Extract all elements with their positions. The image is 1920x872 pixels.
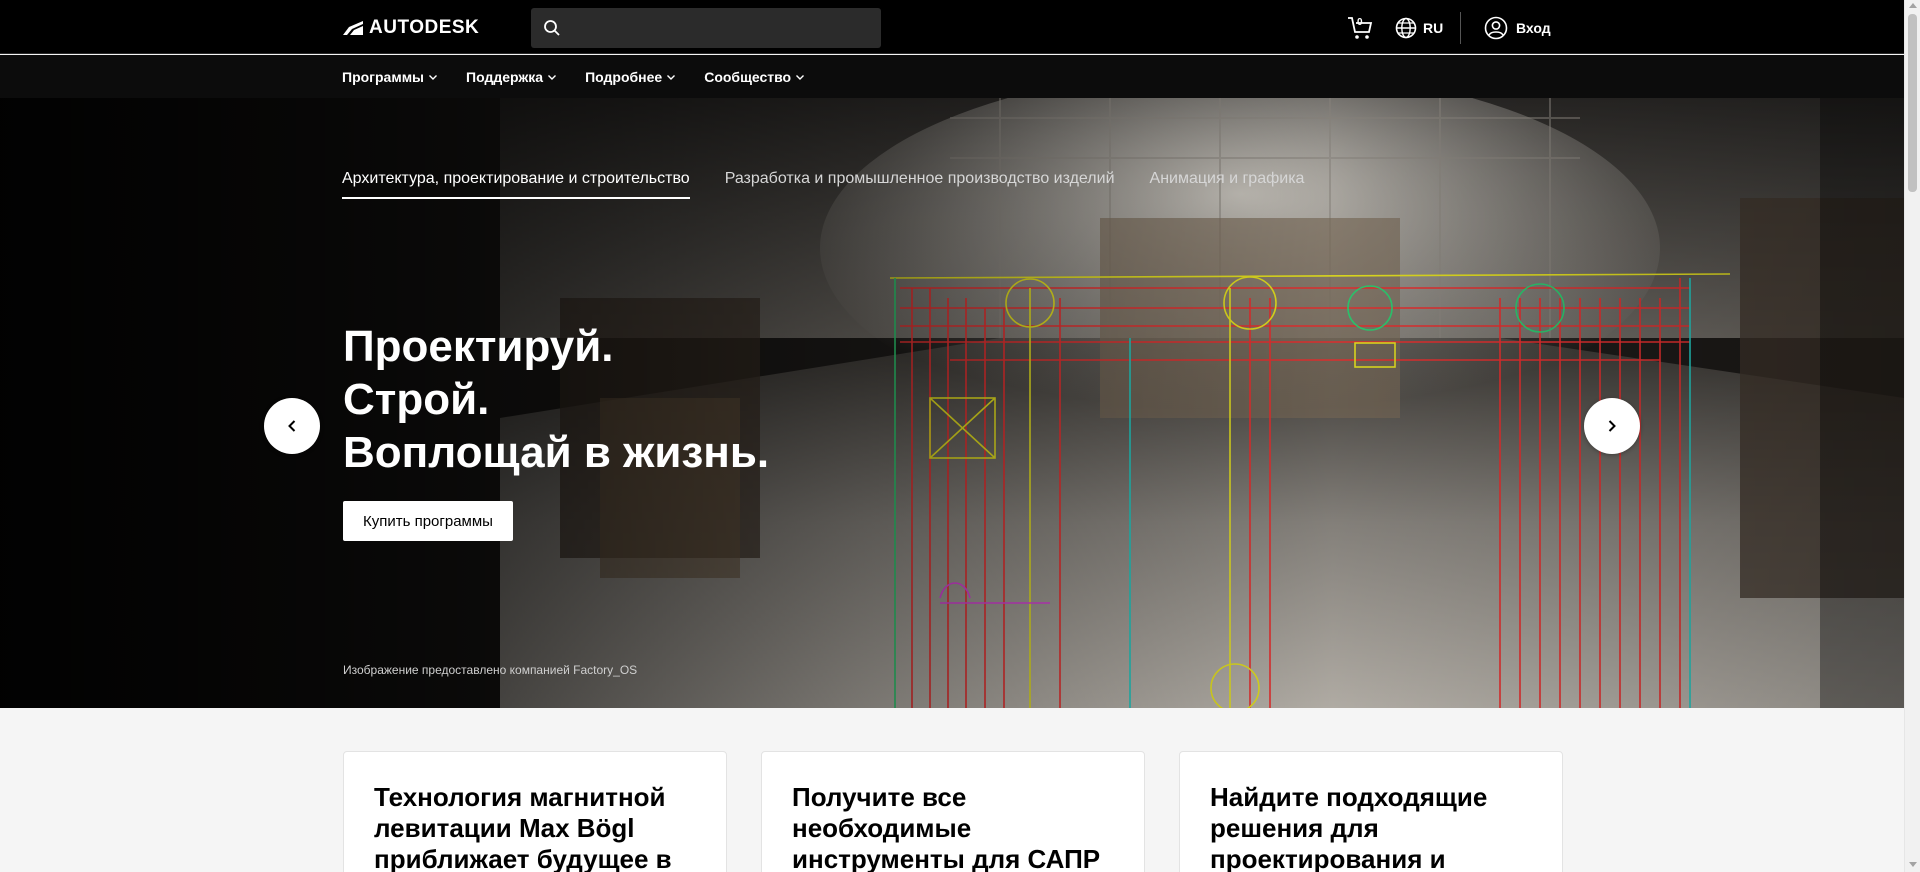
scroll-down-arrow-icon[interactable] [1909, 862, 1917, 867]
autodesk-logo[interactable]: AUTODESK [343, 17, 480, 38]
tab-architecture[interactable]: Архитектура, проектирование и строительс… [342, 170, 690, 199]
nav-item-more[interactable]: Подробнее [585, 69, 676, 85]
card-title: Получите все необходимые инструменты для… [792, 782, 1101, 872]
chevron-right-icon [1608, 420, 1616, 432]
chevron-down-icon [429, 74, 438, 80]
nav-item-programs[interactable]: Программы [342, 69, 438, 85]
carousel-next-button[interactable] [1584, 398, 1640, 454]
top-header: AUTODESK 0 RU Вход [0, 0, 1904, 54]
tab-product-design[interactable]: Разработка и промышленное производство и… [725, 170, 1115, 199]
card-maglev[interactable]: Технология магнитной левитации Max Bögl … [343, 751, 727, 872]
card-cad-tools[interactable]: Получите все необходимые инструменты для… [761, 751, 1145, 872]
tab-animation[interactable]: Анимация и графика [1150, 170, 1305, 199]
nav-item-label: Программы [342, 68, 425, 85]
carousel-prev-button[interactable] [264, 398, 320, 454]
logo-text: AUTODESK [369, 17, 480, 38]
card-title: Технология магнитной левитации Max Bögl … [374, 782, 672, 872]
headline-line-2: Строй. [343, 375, 490, 424]
hero-headline: Проектируй. Строй. Воплощай в жизнь. [343, 320, 769, 479]
cart-count: 0 [1357, 17, 1363, 28]
search-icon [544, 20, 560, 36]
card-solutions[interactable]: Найдите подходящие решения для проектиро… [1179, 751, 1563, 872]
search-box[interactable] [531, 8, 881, 48]
nav-item-label: Поддержка [466, 68, 544, 85]
industry-tabs: Архитектура, проектирование и строительс… [342, 170, 1304, 199]
image-credit: Изображение предоставлено компанией Fact… [343, 663, 638, 677]
chevron-down-icon [796, 74, 805, 80]
language-selector[interactable]: RU [1395, 15, 1443, 41]
chevron-down-icon [548, 74, 557, 80]
chevron-down-icon [667, 74, 676, 80]
cart-button[interactable]: 0 [1346, 14, 1374, 42]
headline-line-3: Воплощай в жизнь. [343, 428, 770, 477]
nav-item-label: Сообщество [704, 68, 792, 85]
nav-item-label: Подробнее [585, 68, 663, 85]
scrollbar-thumb[interactable] [1908, 14, 1917, 192]
autodesk-logo-icon [343, 21, 363, 35]
scroll-up-arrow-icon[interactable] [1909, 3, 1917, 8]
sign-in-button[interactable]: Вход [1484, 14, 1551, 42]
page-scrollbar[interactable] [1904, 0, 1920, 872]
buy-programs-button[interactable]: Купить программы [343, 501, 513, 541]
nav-item-community[interactable]: Сообщество [704, 69, 805, 85]
hero-banner: Архитектура, проектирование и строительс… [0, 98, 1904, 708]
language-label: RU [1423, 20, 1444, 36]
chevron-left-icon [288, 420, 296, 432]
headline-line-1: Проектируй. [343, 322, 614, 371]
sign-in-label: Вход [1516, 20, 1551, 36]
nav-item-support[interactable]: Поддержка [466, 69, 557, 85]
header-divider [1460, 12, 1461, 44]
feature-cards: Технология магнитной левитации Max Bögl … [343, 751, 1563, 872]
search-input[interactable] [571, 8, 871, 48]
user-circle-icon [1484, 16, 1508, 40]
globe-icon [1395, 17, 1417, 39]
main-nav: Программы Поддержка Подробнее Сообщество [0, 55, 1904, 98]
card-title: Найдите подходящие решения для проектиро… [1210, 782, 1488, 872]
